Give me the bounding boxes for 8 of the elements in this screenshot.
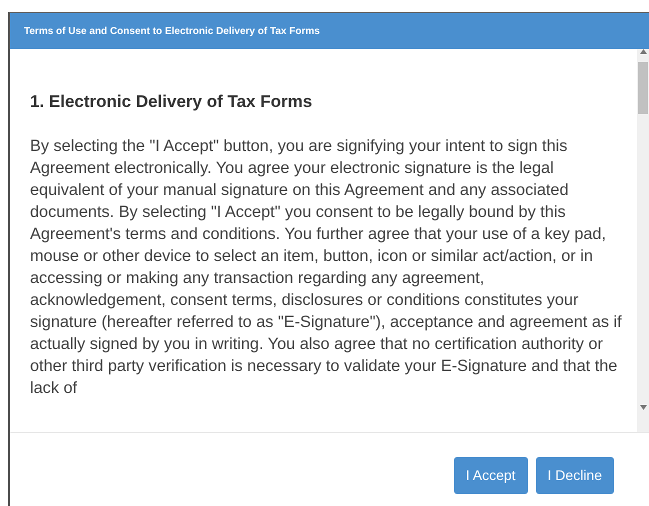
accept-button[interactable]: I Accept [454, 457, 528, 494]
terms-paragraph: By selecting the "I Accept" button, you are signifying your intent to sign this Agreement electronically. You agree your electronic signature is the legal equivalent of your manual signature on this Agreement and any associated documents. By selecting "I Accept" you consent to be legally bound by this Agreement's terms and conditions. You further agree that your use of a key pad, mouse or other device to select an item, button, icon or similar act/action, or in accessing or making any transaction regarding any agreement, acknowledgement, consent terms, disclosures or conditions constitutes your signature (hereafter referred to as "E-Signature"), acceptance and agreement as if actually signed by you in writing. You also agree that no certification authority or other third party verification is necessary to validate your E-Signature and that the lack of [30, 136, 623, 398]
scrollbar[interactable] [637, 49, 649, 432]
decline-button[interactable]: I Decline [536, 457, 614, 494]
section-heading: 1. Electronic Delivery of Tax Forms [30, 91, 314, 113]
scroll-thumb[interactable] [638, 62, 648, 114]
scroll-down-icon[interactable] [640, 405, 646, 410]
window-title: Terms of Use and Consent to Electronic Delivery of Tax Forms [10, 13, 649, 49]
